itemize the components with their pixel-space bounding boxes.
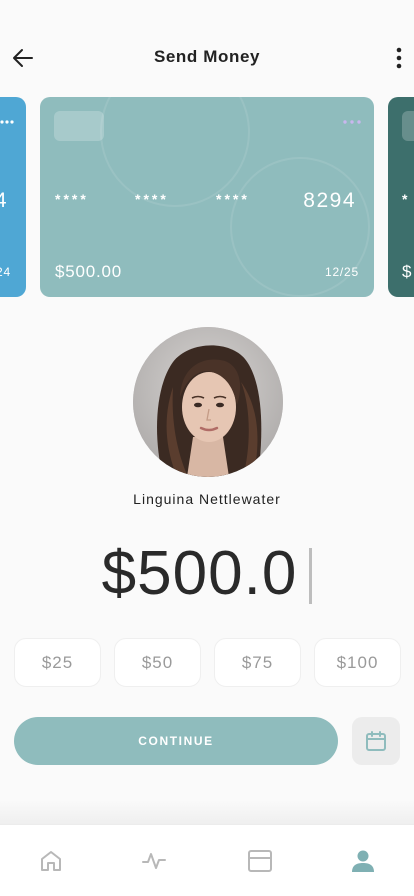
card-chip bbox=[54, 111, 104, 141]
card-menu-icon bbox=[0, 120, 14, 124]
card-mask-group: **** bbox=[216, 191, 250, 207]
tab-activity[interactable] bbox=[141, 848, 167, 874]
quick-amounts: $25 $50 $75 $100 bbox=[0, 638, 414, 688]
card-balance: $500.00 bbox=[55, 262, 123, 281]
card-icon bbox=[248, 850, 272, 872]
activity-icon bbox=[142, 853, 166, 869]
card-last-digits: 8294 bbox=[303, 189, 356, 212]
bottom-tab-bar bbox=[0, 824, 414, 896]
page-title: Send Money bbox=[153, 47, 261, 66]
card-expiry: 12/25 bbox=[324, 265, 359, 279]
tab-profile[interactable] bbox=[350, 848, 376, 874]
card-chip bbox=[402, 111, 414, 141]
calendar-icon bbox=[366, 731, 386, 751]
quick-amount-button[interactable]: $75 bbox=[214, 638, 301, 687]
quick-amount-button[interactable]: $25 bbox=[14, 638, 101, 687]
card-menu-icon[interactable] bbox=[342, 119, 362, 125]
card-balance: $ bbox=[402, 262, 413, 281]
card-previous[interactable]: 4 24 bbox=[0, 97, 26, 297]
tab-home[interactable] bbox=[38, 848, 64, 874]
amount-display[interactable]: $500.0 bbox=[0, 540, 414, 610]
card-next[interactable]: * $ bbox=[388, 97, 414, 297]
card-mask-group: **** bbox=[55, 191, 89, 207]
card-mask-group: **** bbox=[135, 191, 169, 207]
quick-amount-button[interactable]: $50 bbox=[114, 638, 201, 687]
home-icon bbox=[41, 851, 61, 871]
divider-shadow bbox=[0, 800, 414, 824]
text-cursor bbox=[309, 548, 313, 604]
continue-button[interactable]: CONTINUE bbox=[14, 717, 338, 765]
card-selected[interactable]: **** **** **** 8294 $500.00 12/25 bbox=[40, 97, 374, 297]
amount-input[interactable]: $500.0 bbox=[102, 540, 298, 608]
avatar-photo bbox=[133, 327, 283, 477]
card-mask-group: * bbox=[402, 191, 411, 207]
quick-amount-button[interactable]: $100 bbox=[314, 638, 401, 687]
more-options-button[interactable] bbox=[392, 44, 406, 72]
recipient-name: Linguina Nettlewater bbox=[133, 491, 281, 507]
tab-cards[interactable] bbox=[247, 848, 273, 874]
recipient-avatar bbox=[133, 327, 283, 477]
schedule-button[interactable] bbox=[352, 717, 400, 765]
card-expiry: 24 bbox=[0, 265, 11, 279]
card-carousel[interactable]: 4 24 **** **** **** 8294 $500.00 12/25 *… bbox=[0, 97, 414, 297]
user-icon bbox=[352, 850, 374, 872]
card-last-digits: 4 bbox=[0, 189, 8, 212]
more-vertical-icon bbox=[396, 47, 402, 69]
